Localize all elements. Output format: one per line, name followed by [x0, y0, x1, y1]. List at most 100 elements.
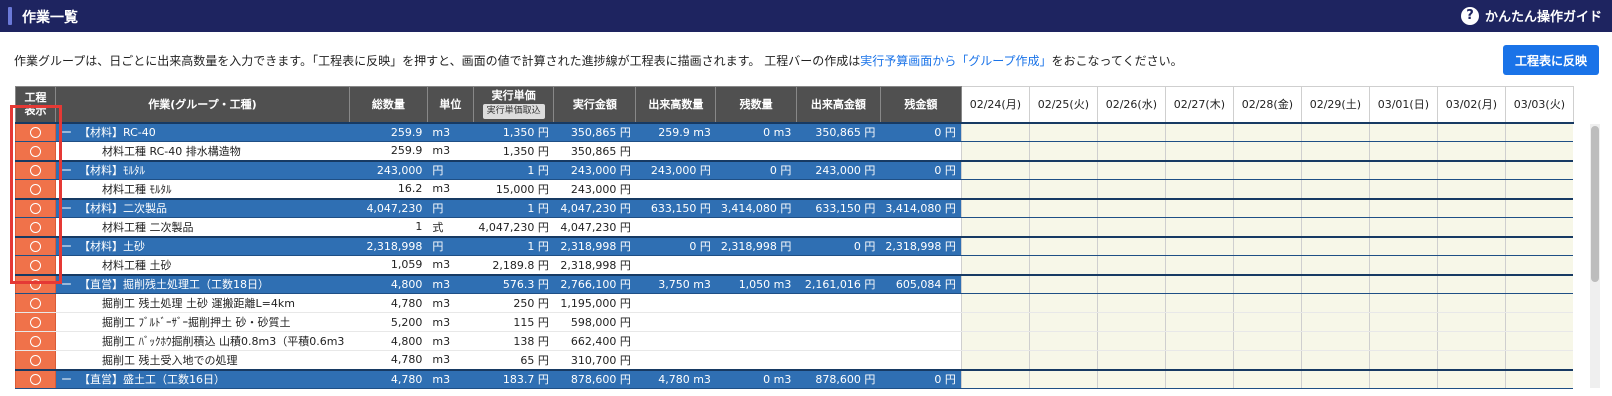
date-cell[interactable]: [1028, 255, 1098, 275]
date-cell[interactable]: [1096, 121, 1166, 142]
import-unit-price-button[interactable]: 実行単価取込: [482, 104, 545, 120]
date-cell[interactable]: [1028, 368, 1098, 389]
display-toggle[interactable]: [15, 235, 56, 256]
date-cell[interactable]: [1232, 235, 1302, 256]
date-cell[interactable]: [1164, 217, 1234, 237]
date-cell[interactable]: [960, 141, 1030, 161]
date-cell[interactable]: [1028, 197, 1098, 218]
budget-screen-link[interactable]: 実行予算画面から「グループ作成」: [860, 54, 1051, 68]
date-cell[interactable]: [1368, 273, 1438, 294]
date-cell[interactable]: [1164, 331, 1234, 351]
date-cell[interactable]: [1368, 159, 1438, 180]
date-cell[interactable]: [1300, 350, 1370, 370]
date-cell[interactable]: [1436, 273, 1506, 294]
date-cell[interactable]: [1232, 312, 1302, 332]
date-cell[interactable]: [1504, 350, 1574, 370]
date-cell[interactable]: [960, 293, 1030, 313]
date-cell[interactable]: [1368, 331, 1438, 351]
date-cell[interactable]: [1164, 235, 1234, 256]
display-toggle[interactable]: [15, 368, 56, 389]
date-cell[interactable]: [960, 197, 1030, 218]
date-cell[interactable]: [1028, 121, 1098, 142]
date-cell[interactable]: [1368, 141, 1438, 161]
date-cell[interactable]: [1164, 179, 1234, 199]
date-cell[interactable]: [1504, 141, 1574, 161]
date-cell[interactable]: [1504, 197, 1574, 218]
date-cell[interactable]: [1504, 121, 1574, 142]
date-cell[interactable]: [1164, 197, 1234, 218]
date-cell[interactable]: [1368, 197, 1438, 218]
date-cell[interactable]: [1164, 121, 1234, 142]
reflect-to-schedule-button[interactable]: 工程表に反映: [1503, 45, 1599, 75]
date-cell[interactable]: [960, 217, 1030, 237]
date-cell[interactable]: [1232, 179, 1302, 199]
date-cell[interactable]: [1436, 331, 1506, 351]
display-toggle[interactable]: [15, 312, 56, 332]
date-cell[interactable]: [1300, 197, 1370, 218]
date-cell[interactable]: [1368, 312, 1438, 332]
date-cell[interactable]: [1232, 368, 1302, 389]
date-cell[interactable]: [1300, 273, 1370, 294]
date-cell[interactable]: [1436, 350, 1506, 370]
date-cell[interactable]: [1028, 179, 1098, 199]
date-cell[interactable]: [1436, 141, 1506, 161]
date-cell[interactable]: [960, 235, 1030, 256]
date-cell[interactable]: [1368, 121, 1438, 142]
collapse-toggle[interactable]: ー: [61, 373, 72, 386]
date-cell[interactable]: [1368, 293, 1438, 313]
date-cell[interactable]: [960, 331, 1030, 351]
date-cell[interactable]: [1028, 350, 1098, 370]
collapse-toggle[interactable]: ー: [61, 278, 72, 291]
date-cell[interactable]: [1028, 331, 1098, 351]
date-cell[interactable]: [1096, 197, 1166, 218]
collapse-toggle[interactable]: ー: [61, 240, 72, 253]
date-cell[interactable]: [1028, 217, 1098, 237]
date-cell[interactable]: [1300, 217, 1370, 237]
date-cell[interactable]: [1164, 255, 1234, 275]
date-cell[interactable]: [1096, 179, 1166, 199]
date-cell[interactable]: [1504, 293, 1574, 313]
display-toggle[interactable]: [15, 159, 56, 180]
date-cell[interactable]: [1028, 273, 1098, 294]
date-cell[interactable]: [1300, 368, 1370, 389]
date-cell[interactable]: [960, 179, 1030, 199]
date-cell[interactable]: [1300, 312, 1370, 332]
date-cell[interactable]: [1232, 159, 1302, 180]
date-cell[interactable]: [1096, 235, 1166, 256]
date-cell[interactable]: [1232, 293, 1302, 313]
date-cell[interactable]: [1028, 293, 1098, 313]
date-cell[interactable]: [960, 273, 1030, 294]
date-cell[interactable]: [1436, 159, 1506, 180]
date-cell[interactable]: [1096, 368, 1166, 389]
date-cell[interactable]: [1164, 312, 1234, 332]
date-cell[interactable]: [1028, 141, 1098, 161]
date-cell[interactable]: [1300, 121, 1370, 142]
date-cell[interactable]: [1300, 179, 1370, 199]
date-cell[interactable]: [1232, 255, 1302, 275]
date-cell[interactable]: [1164, 293, 1234, 313]
date-cell[interactable]: [1096, 331, 1166, 351]
date-cell[interactable]: [1504, 255, 1574, 275]
date-cell[interactable]: [1436, 217, 1506, 237]
date-cell[interactable]: [1232, 197, 1302, 218]
date-cell[interactable]: [1164, 141, 1234, 161]
display-toggle[interactable]: [15, 273, 56, 294]
display-toggle[interactable]: [15, 141, 56, 161]
date-cell[interactable]: [960, 121, 1030, 142]
display-toggle[interactable]: [15, 255, 56, 275]
date-cell[interactable]: [1096, 293, 1166, 313]
date-cell[interactable]: [1368, 235, 1438, 256]
date-cell[interactable]: [1096, 141, 1166, 161]
date-cell[interactable]: [1096, 350, 1166, 370]
guide-link[interactable]: ? かんたん操作ガイド: [1460, 6, 1602, 25]
display-toggle[interactable]: [15, 293, 56, 313]
date-cell[interactable]: [1232, 273, 1302, 294]
date-cell[interactable]: [1368, 368, 1438, 389]
scrollbar-thumb[interactable]: [1591, 126, 1599, 282]
date-cell[interactable]: [1504, 331, 1574, 351]
collapse-toggle[interactable]: ー: [61, 164, 72, 177]
date-cell[interactable]: [1300, 293, 1370, 313]
date-cell[interactable]: [1164, 350, 1234, 370]
collapse-toggle[interactable]: ー: [61, 126, 72, 139]
date-cell[interactable]: [1436, 368, 1506, 389]
